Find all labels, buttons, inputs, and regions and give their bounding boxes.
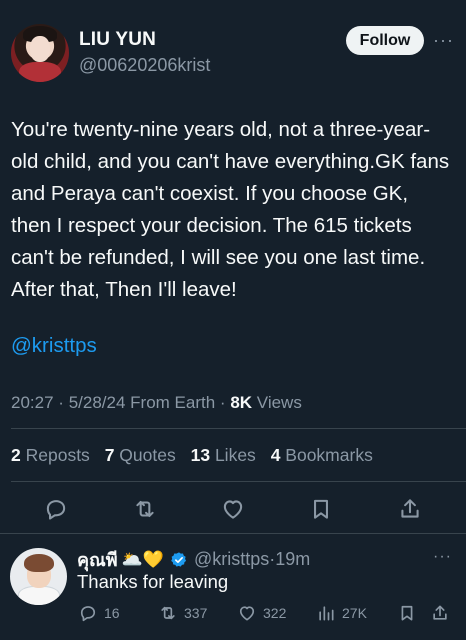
reply-share-button[interactable] bbox=[430, 603, 450, 623]
like-count: 322 bbox=[263, 605, 287, 621]
likes-stat[interactable]: 13 Likes bbox=[191, 445, 256, 465]
tweet-date[interactable]: 5/28/24 bbox=[69, 393, 126, 412]
quotes-stat[interactable]: 7 Quotes bbox=[105, 445, 176, 465]
views-label: Views bbox=[256, 393, 302, 412]
verified-badge-icon bbox=[171, 551, 187, 567]
follow-button[interactable]: Follow bbox=[346, 26, 424, 55]
reply-action-bar: 16 337 322 27K bbox=[0, 603, 466, 625]
repost-icon bbox=[161, 606, 175, 620]
reply-text: Thanks for leaving bbox=[77, 571, 229, 592]
reply-handle[interactable]: @kristtps·19m bbox=[194, 549, 310, 570]
reply-avatar[interactable] bbox=[10, 548, 67, 605]
author-handle[interactable]: @00620206krist bbox=[79, 55, 210, 76]
views-count: 27K bbox=[342, 605, 367, 621]
tweet-source: From Earth bbox=[130, 393, 216, 412]
share-icon[interactable] bbox=[397, 496, 423, 522]
reply-name-emoji: 🌥️💛 bbox=[121, 549, 164, 569]
repost-count: 337 bbox=[184, 605, 208, 621]
divider bbox=[11, 481, 466, 482]
reply-bookmark-button[interactable] bbox=[397, 603, 417, 623]
mention-link[interactable]: @kristtps bbox=[11, 334, 97, 358]
reply-reply-button[interactable]: 16 bbox=[78, 603, 120, 623]
tweet-meta: 20:27 · 5/28/24 From Earth · 8K Views bbox=[11, 393, 302, 413]
divider bbox=[11, 428, 466, 429]
reply-count: 16 bbox=[104, 605, 120, 621]
views-count: 8K bbox=[230, 393, 253, 412]
like-icon[interactable] bbox=[220, 496, 246, 522]
reposts-stat[interactable]: 2 Reposts bbox=[11, 445, 90, 465]
more-options-icon[interactable]: ··· bbox=[433, 30, 454, 51]
meta-separator: · bbox=[58, 393, 64, 412]
bookmark-icon bbox=[401, 605, 413, 621]
like-icon bbox=[239, 606, 255, 621]
reply-repost-button[interactable]: 337 bbox=[158, 603, 207, 623]
views-chart-icon bbox=[319, 606, 334, 621]
engagement-stats: 2 Reposts 7 Quotes 13 Likes 4 Bookmarks bbox=[11, 445, 373, 466]
repost-icon[interactable] bbox=[132, 496, 158, 522]
reply-icon bbox=[80, 606, 96, 622]
reply-views-button[interactable]: 27K bbox=[316, 603, 367, 623]
bookmark-icon[interactable] bbox=[308, 496, 334, 522]
divider bbox=[0, 533, 466, 534]
share-icon bbox=[433, 605, 447, 620]
tweet-time[interactable]: 20:27 bbox=[11, 393, 54, 412]
reply-more-options-icon[interactable]: ··· bbox=[433, 548, 452, 566]
author-avatar[interactable] bbox=[11, 24, 69, 82]
bookmarks-stat[interactable]: 4 Bookmarks bbox=[271, 445, 373, 465]
action-bar bbox=[0, 496, 466, 524]
reply-header: คุณพี 🌥️💛 @kristtps·19m bbox=[77, 545, 310, 574]
meta-separator: · bbox=[219, 393, 226, 412]
author-display-name[interactable]: LIU YUN bbox=[79, 29, 156, 51]
reply-like-button[interactable]: 322 bbox=[237, 603, 286, 623]
reply-icon[interactable] bbox=[43, 496, 69, 522]
reply-author-name[interactable]: คุณพี bbox=[77, 545, 118, 574]
tweet-text: You're twenty-nine years old, not a thre… bbox=[11, 118, 450, 301]
